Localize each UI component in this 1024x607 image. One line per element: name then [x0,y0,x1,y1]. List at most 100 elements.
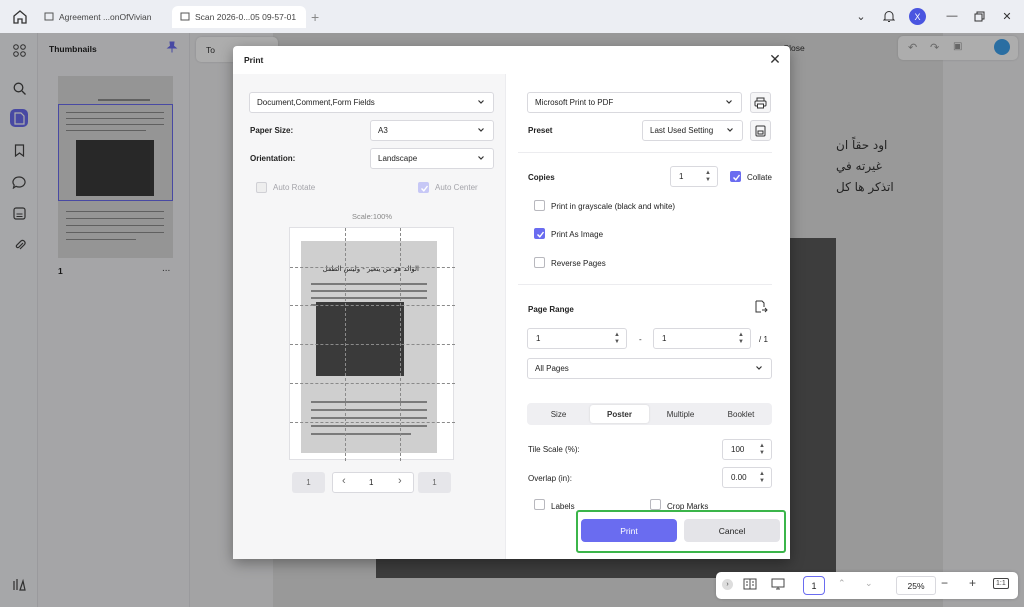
preview-text-line [311,433,411,435]
range-to-value: 1 [662,334,667,343]
reading-mode-icon[interactable] [743,578,757,592]
overlap-label: Overlap (in): [528,474,573,483]
tile-divider [345,228,346,461]
check-icon [537,231,545,238]
stepper-arrows-icon[interactable]: ▲ ▼ [705,170,711,184]
last-page-button[interactable]: 1 [418,472,451,493]
zoom-level[interactable]: 25% [896,576,936,595]
mode-multiple-tab[interactable]: Multiple [651,405,710,423]
collate-checkbox[interactable] [730,171,741,182]
previous-page-icon[interactable]: ⌃ [838,578,846,589]
printer-select[interactable]: Microsoft Print to PDF [527,92,742,113]
first-page-button[interactable]: 1 [292,472,325,493]
print-as-image-label: Print As Image [551,230,604,239]
mode-size-tab[interactable]: Size [529,405,588,423]
preset-select[interactable]: Last Used Setting [642,120,743,141]
document-tab-icon [180,12,190,22]
reverse-pages-checkbox[interactable] [534,257,545,268]
overlap-value: 0.00 [731,473,747,482]
divider [518,284,772,285]
prev-page-icon[interactable]: ‹ [342,475,346,487]
avatar[interactable]: X [909,8,926,25]
pages-select-value: All Pages [535,364,569,373]
orientation-select[interactable]: Landscape [370,148,494,169]
crop-marks-checkbox[interactable] [650,499,661,510]
content-select-value: Document,Comment,Form Fields [257,98,375,107]
tile-divider [290,305,455,306]
preview-text-line [311,290,427,292]
grayscale-checkbox[interactable] [534,200,545,211]
close-icon[interactable]: ✕ [767,51,783,67]
print-dialog: Print ✕ Document,Comment,Form Fields Pap… [233,46,790,559]
content-select[interactable]: Document,Comment,Form Fields [249,92,494,113]
print-preview: الوالد هو من يتغير - وليس الطفل [289,227,455,461]
print-mode-segmented: Size Poster Multiple Booklet [527,403,772,425]
range-total: / 1 [759,335,768,344]
current-page-value[interactable]: 1 [369,478,373,487]
copies-label: Copies [528,173,555,182]
chevron-down-icon[interactable]: ⌄ [853,8,869,24]
close-window-icon[interactable]: ✕ [999,8,1015,24]
labels-checkbox[interactable] [534,499,545,510]
auto-rotate-checkbox[interactable] [256,182,267,193]
range-from-stepper[interactable]: 1 ▲ ▼ [527,328,627,349]
action-buttons-highlight [576,510,786,553]
restore-icon[interactable] [971,8,987,24]
minimize-icon[interactable]: — [944,8,960,24]
overlap-stepper[interactable]: 0.00 ▲ ▼ [722,467,772,488]
page-number-input[interactable]: 1 [803,576,825,595]
mode-poster-tab[interactable]: Poster [590,405,649,423]
preview-text-line [311,401,427,403]
tab-agreement[interactable]: Agreement ...onOfVivian [36,6,168,28]
auto-center-checkbox[interactable] [418,182,429,193]
preview-photo [316,302,404,376]
save-preset-icon[interactable] [750,120,771,141]
printer-icon[interactable] [750,92,771,113]
next-page-icon[interactable]: › [398,475,402,487]
tile-divider [290,422,455,423]
pages-select[interactable]: All Pages [527,358,772,379]
divider [518,152,772,153]
stepper-arrows-icon[interactable]: ▲ ▼ [759,443,765,457]
chevron-down-icon [727,128,733,132]
actual-size-button[interactable]: 1:1 [993,578,1009,589]
dialog-title: Print [244,55,264,65]
page-range-icon[interactable] [754,300,768,314]
range-from-value: 1 [536,334,541,343]
print-as-image-checkbox[interactable] [534,228,545,239]
stepper-arrows-icon[interactable]: ▲ ▼ [759,471,765,485]
preset-value: Last Used Setting [650,126,714,135]
tile-scale-label: Tile Scale (%): [528,445,580,454]
next-page-icon[interactable]: ⌄ [865,578,873,589]
preview-text-line [311,425,427,427]
notification-bell-icon[interactable] [881,8,897,24]
tab-label: Agreement ...onOfVivian [59,12,152,22]
tile-scale-stepper[interactable]: 100 ▲ ▼ [722,439,772,460]
stepper-arrows-icon[interactable]: ▲ ▼ [614,332,620,346]
copies-stepper[interactable]: 1 ▲ ▼ [670,166,718,187]
chevron-down-icon [726,100,732,104]
title-bar: Agreement ...onOfVivian Scan 2026-0...05… [0,0,1024,33]
orientation-label: Orientation: [250,154,296,163]
range-to-stepper[interactable]: 1 ▲ ▼ [653,328,751,349]
chevron-down-icon [756,366,762,370]
paper-size-label: Paper Size: [250,126,294,135]
mode-booklet-tab[interactable]: Booklet [712,405,770,423]
stepper-arrows-icon[interactable]: ▲ ▼ [738,332,744,346]
tile-divider [290,267,455,268]
new-tab-button[interactable]: + [311,9,319,25]
preset-label: Preset [528,126,553,135]
zoom-out-button[interactable]: − [941,576,948,590]
page-range-label: Page Range [528,305,574,314]
home-icon[interactable] [12,9,28,25]
paper-size-select[interactable]: A3 [370,120,494,141]
chevron-down-icon [478,100,484,104]
tab-scan[interactable]: Scan 2026-0...05 09-57-01 [172,6,306,28]
reverse-pages-label: Reverse Pages [551,259,606,268]
presentation-icon[interactable] [771,578,785,592]
preview-text-line [311,283,427,285]
tile-scale-value: 100 [731,445,745,454]
tile-divider [290,383,455,384]
zoom-in-button[interactable]: + [969,576,976,590]
collapse-icon[interactable]: › [722,579,733,590]
